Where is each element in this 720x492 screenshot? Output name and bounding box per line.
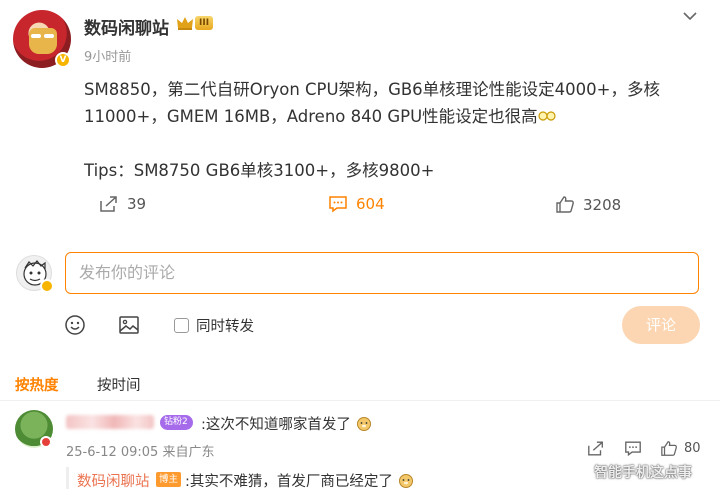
submit-comment-button[interactable]: 评论 [622,306,700,344]
source-watermark: 智能手机这点事 [594,465,692,481]
image-icon[interactable] [118,314,140,336]
divider [0,400,720,401]
commenter-badge [40,436,52,448]
post-line-2: 11000+，GMEM 16MB，Adreno 840 GPU性能设定也很高 [84,103,694,130]
post-line-3: Tips：SM8750 GB6单核3100+，多核9800+ [84,161,435,180]
rank-level: III [195,16,214,30]
avatar-mask-face [29,28,57,54]
comment-share-icon[interactable] [587,440,605,457]
comment-button[interactable]: 604 [328,195,385,213]
comment-like-button[interactable]: 80 [660,440,701,457]
verified-badge: V [55,52,71,68]
doge-emoji-icon [356,417,371,431]
reply-author-name[interactable]: 数码闲聊站 [77,470,150,491]
repost-button[interactable]: 39 [99,195,146,213]
commenter-name-blurred[interactable] [66,415,154,429]
comment-text-content: :这次不知道哪家首发了 [201,417,351,433]
doge-emoji-icon [398,474,413,488]
avatar-eye-right [44,34,54,38]
avatar-eye-left [31,34,41,38]
fan-level-badge: 钻粉2 [160,415,193,430]
comment-meta: 25-6-12 09:05 来自广东 [66,445,215,460]
author-rank-badge: III [176,15,214,31]
blogger-badge: 博主 [156,472,182,487]
reply-text: :其实不难猜，首发厂商已经定了 [185,470,414,491]
comment-reply-icon[interactable] [624,440,642,457]
chevron-down-icon[interactable] [682,8,698,24]
tab-sort-by-hot[interactable]: 按热度 [15,374,59,395]
post-line-1: SM8850，第二代自研Oryon CPU架构，GB6单核理论性能设定4000+… [84,80,661,99]
also-repost-checkbox[interactable]: 同时转发 [174,315,254,336]
nerd-glasses-emoji-icon [538,111,556,121]
also-repost-label: 同时转发 [196,319,254,335]
comment-text: :这次不知道哪家首发了 [201,413,372,434]
share-icon [100,196,117,212]
like-count: 3208 [583,195,622,214]
post-body: SM8850，第二代自研Oryon CPU架构，GB6单核理论性能设定4000+… [84,76,694,184]
comment-input[interactable]: 发布你的评论 [65,252,699,294]
emoji-icon[interactable] [64,314,86,336]
author-name[interactable]: 数码闲聊站 [84,14,169,39]
comment-count: 604 [356,195,385,213]
post-time[interactable]: 9小时前 [84,46,131,65]
post-line-2-text: 11000+，GMEM 16MB，Adreno 840 GPU性能设定也很高 [84,107,538,126]
comment-thumbs-up-icon [661,441,677,456]
reply-indent-bar [66,467,69,489]
checkbox-box[interactable] [174,318,189,333]
reply-text-content: :其实不难猜，首发厂商已经定了 [185,474,393,490]
my-vip-badge [40,279,54,293]
thumbs-up-icon [556,196,574,213]
tab-sort-by-time[interactable]: 按时间 [97,374,141,395]
crown-icon [177,17,193,30]
like-button[interactable]: 3208 [555,195,621,214]
comment-like-count: 80 [684,441,701,456]
repost-count: 39 [127,195,147,213]
comment-icon [329,196,347,213]
